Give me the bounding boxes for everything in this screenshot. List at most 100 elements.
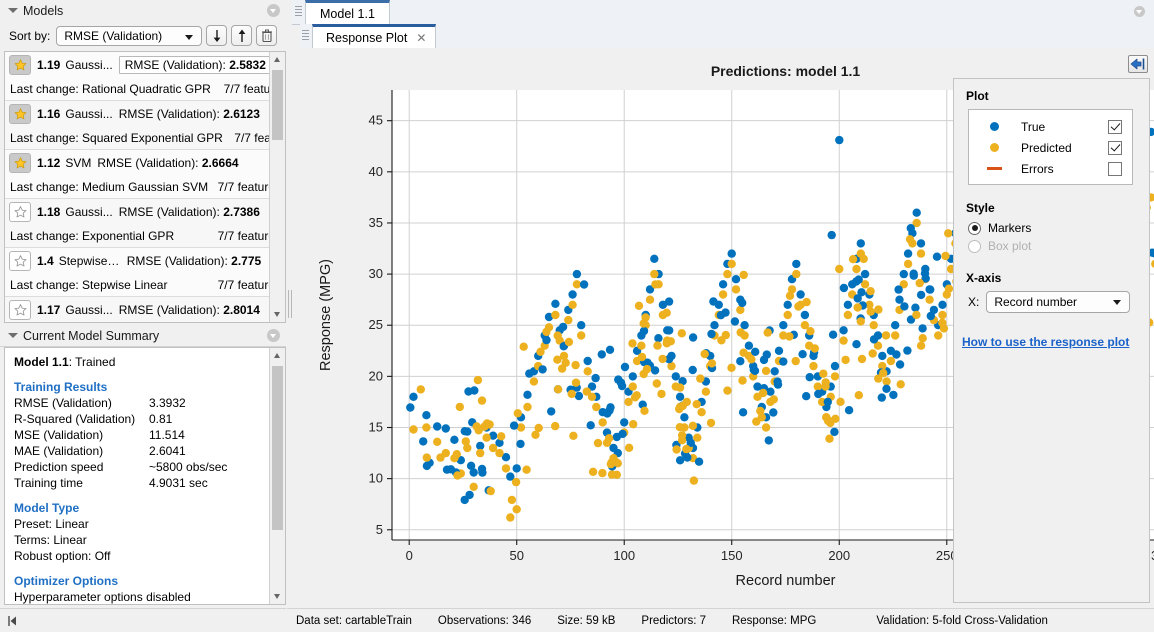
training-results-title: Training Results <box>14 380 108 394</box>
model-favorite-star[interactable] <box>9 251 31 271</box>
data-point-true <box>476 441 485 451</box>
close-icon[interactable]: ✕ <box>416 32 426 44</box>
summary-panel-menu-icon[interactable] <box>267 329 280 342</box>
data-point-predicted <box>477 396 487 405</box>
scrollbar-thumb[interactable] <box>272 70 283 140</box>
model-favorite-star[interactable] <box>9 202 31 222</box>
data-point-true <box>926 311 935 321</box>
scroll-up-icon[interactable] <box>270 52 285 67</box>
sort-by-dropdown[interactable]: RMSE (Validation) <box>56 25 203 46</box>
data-point-predicted <box>542 327 551 337</box>
response-plot-help-link[interactable]: How to use the response plot <box>962 335 1129 349</box>
chevron-down-icon <box>185 34 194 40</box>
trash-icon <box>262 29 273 43</box>
legend-checkbox[interactable] <box>1108 119 1122 134</box>
models-list[interactable]: 1.19 Gaussi... RMSE (Validation): 2.5832 La… <box>4 51 286 323</box>
models-panel-menu-icon[interactable] <box>267 4 280 17</box>
close-document-icon[interactable] <box>1134 6 1145 17</box>
sort-ascending-button[interactable] <box>231 25 253 46</box>
tab-grip-icon[interactable] <box>295 6 302 18</box>
data-point-predicted <box>523 402 532 412</box>
summary-metric-value: 2.6041 <box>149 444 186 458</box>
tab-model-1-1[interactable]: Model 1.1 <box>305 0 390 24</box>
data-point-predicted <box>583 367 592 376</box>
data-point-predicted <box>752 417 761 426</box>
data-point-predicted <box>476 448 485 458</box>
data-point-true <box>830 427 839 437</box>
data-point-true <box>639 326 649 336</box>
data-point-predicted <box>534 423 543 433</box>
summary-panel-header: Current Model Summary <box>0 325 286 347</box>
data-point-predicted <box>912 310 921 320</box>
summary-scrollbar-thumb[interactable] <box>272 366 283 530</box>
data-point-predicted <box>825 434 834 443</box>
delete-model-button[interactable] <box>256 25 278 46</box>
data-point-predicted <box>598 468 607 478</box>
summary-scroll-down-icon[interactable] <box>270 589 285 604</box>
data-point-true <box>605 345 615 354</box>
plot-tab-grip-icon[interactable] <box>302 30 309 42</box>
data-point-true <box>796 290 805 299</box>
data-point-predicted <box>453 471 462 480</box>
y-tick-label: 45 <box>369 113 383 128</box>
collapse-left-panel-button[interactable] <box>7 615 21 627</box>
style-radio[interactable] <box>968 221 981 235</box>
x-axis-dropdown[interactable]: Record number <box>986 291 1131 313</box>
data-point-predicted <box>567 389 576 399</box>
legend-row[interactable]: True <box>969 116 1132 137</box>
model-list-item[interactable]: 1.17 Gaussi... RMSE (Validation): 2.8014 <box>5 297 285 322</box>
legend-row[interactable]: Predicted <box>969 137 1132 158</box>
data-point-predicted <box>571 378 581 387</box>
summary-scrollbar[interactable] <box>269 348 285 604</box>
sort-descending-button[interactable] <box>206 25 228 46</box>
model-list-item[interactable]: 1.19 Gaussi... RMSE (Validation): 2.5832 La… <box>5 52 285 101</box>
data-point-predicted <box>513 409 522 418</box>
legend-checkbox[interactable] <box>1108 161 1122 176</box>
summary-metric-value: 3.3932 <box>149 396 186 410</box>
models-list-scrollbar[interactable] <box>269 52 285 322</box>
style-radio-row[interactable]: Markers <box>968 221 1149 235</box>
legend-checkbox[interactable] <box>1108 140 1122 155</box>
data-point-predicted <box>637 352 647 362</box>
data-point-predicted <box>879 369 888 378</box>
data-point-true <box>843 300 853 309</box>
data-point-true <box>926 285 935 294</box>
data-point-true <box>586 421 595 430</box>
expand-options-panel-button[interactable] <box>1128 55 1148 73</box>
model-list-item[interactable]: 1.4 Stepwise ... RMSE (Validation): 2.775 L… <box>5 248 285 297</box>
model-list-item[interactable]: 1.16 Gaussi... RMSE (Validation): 2.6123 La… <box>5 101 285 150</box>
data-point-true <box>721 308 730 317</box>
model-list-item[interactable]: 1.18 Gaussi... RMSE (Validation): 2.7386 La… <box>5 199 285 248</box>
legend-row[interactable]: Errors <box>969 158 1132 179</box>
data-point-true <box>800 310 810 320</box>
status-predictors: Predictors: 7 <box>641 615 706 627</box>
data-point-true <box>591 373 600 383</box>
data-point-true <box>579 280 589 289</box>
tab-response-plot[interactable]: Response Plot ✕ <box>312 24 437 48</box>
data-point-predicted <box>569 431 578 440</box>
model-list-item[interactable]: 1.12 SVM RMSE (Validation): 2.6664 Last cha… <box>5 150 285 199</box>
summary-metric-row: MSE (Validation) 11.514 <box>14 427 264 443</box>
data-point-true <box>892 350 901 359</box>
data-point-true <box>620 362 630 372</box>
left-panel-footer <box>0 608 286 632</box>
tab-model-label: Model 1.1 <box>320 6 375 21</box>
model-favorite-star[interactable] <box>9 104 31 124</box>
scroll-down-icon[interactable] <box>270 307 285 322</box>
data-point-predicted <box>522 465 531 474</box>
summary-scroll-up-icon[interactable] <box>270 348 285 363</box>
data-point-true <box>718 280 728 289</box>
data-point-predicted <box>472 422 481 431</box>
data-point-predicted <box>529 377 539 386</box>
model-favorite-star[interactable] <box>9 55 31 75</box>
data-point-true <box>827 230 836 240</box>
data-point-true <box>683 453 692 462</box>
data-point-predicted <box>557 364 567 373</box>
data-point-true <box>558 322 568 332</box>
collapse-triangle-icon[interactable] <box>8 6 18 15</box>
summary-collapse-triangle-icon[interactable] <box>8 331 18 340</box>
data-point-true <box>738 408 748 417</box>
model-favorite-star[interactable] <box>9 153 31 173</box>
y-tick-label: 20 <box>369 368 383 383</box>
model-favorite-star[interactable] <box>9 300 31 320</box>
